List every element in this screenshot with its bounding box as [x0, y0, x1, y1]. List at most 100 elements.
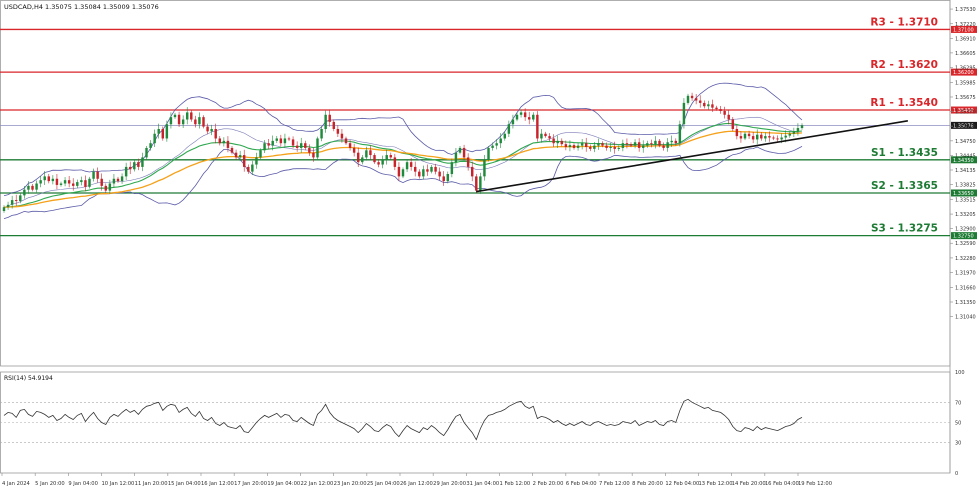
time-tick-label: 12 Feb 04:00 [665, 481, 699, 487]
candle-body [67, 180, 71, 184]
price-tick-label: 1.32280 [955, 256, 976, 262]
candle-body [226, 140, 230, 148]
candle-body [788, 133, 792, 136]
price-tick-label: 1.37220 [955, 22, 976, 28]
candle-body [401, 169, 405, 177]
candle-body [283, 138, 287, 144]
candle-body [19, 195, 22, 202]
candle-body [116, 178, 120, 182]
candle-body [173, 114, 177, 118]
time-tick-label: 26 Jan 12:00 [400, 481, 433, 487]
candle-body [564, 144, 568, 147]
candle-body [430, 166, 433, 172]
level-price-tag-text: 1.33650 [953, 191, 974, 197]
time-tick-label: 8 Feb 20:00 [632, 481, 663, 487]
candle-body [605, 145, 608, 148]
candle-body [356, 152, 360, 163]
candle-body [381, 159, 384, 165]
candle-body [646, 143, 649, 146]
candle-body [658, 140, 661, 146]
candle-body [275, 138, 279, 141]
candle-body [389, 155, 393, 158]
price-tick-label: 1.35370 [955, 109, 976, 115]
rsi-tick-label: 70 [955, 400, 961, 406]
candle-body [422, 169, 425, 177]
candle-body [560, 140, 564, 145]
candle-body [584, 143, 588, 147]
candle-body [377, 162, 380, 165]
candle-body [666, 142, 669, 148]
price-chart[interactable]: R3 - 1.37101.37100R2 - 1.36201.36200R1 -… [0, 0, 977, 492]
candle-body [418, 171, 421, 177]
candle-body [715, 107, 718, 110]
candle-body [511, 119, 515, 125]
candle-body [593, 145, 596, 149]
candle-body [597, 143, 600, 146]
time-tick-label: 23 Jan 20:00 [334, 481, 367, 487]
candle-body [324, 114, 327, 129]
price-tick-label: 1.34445 [955, 153, 976, 159]
rsi-tick-label: 100 [955, 370, 965, 376]
candle-body [621, 143, 625, 148]
time-tick-label: 22 Jan 12:00 [301, 481, 334, 487]
candle-body [625, 143, 629, 145]
time-tick-label: 16 Jan 12:00 [201, 481, 234, 487]
time-tick-label: 14 Feb 20:00 [732, 481, 766, 487]
candle-body [35, 183, 38, 190]
candle-body [731, 119, 735, 129]
candle-body [589, 147, 592, 149]
candle-body [47, 176, 51, 182]
chart-background [0, 0, 977, 492]
candle-body [210, 128, 213, 132]
candle-body [568, 145, 572, 147]
candle-body [637, 142, 641, 148]
candle-body [206, 126, 209, 132]
candle-body [361, 157, 364, 163]
candle-body [694, 98, 698, 101]
candle-body [108, 183, 112, 191]
level-label-support: S1 - 1.3435 [871, 147, 938, 159]
candle-body [84, 180, 87, 187]
candle-body [6, 204, 10, 208]
candle-body [369, 150, 372, 156]
candle-body [137, 162, 140, 167]
candle-body [601, 143, 604, 146]
price-tick-label: 1.31350 [955, 300, 976, 306]
candle-body [670, 140, 673, 143]
candle-body [800, 125, 804, 129]
candle-body [719, 109, 722, 111]
candle-body [772, 137, 775, 139]
candle-body [768, 136, 771, 138]
time-tick-label: 7 Feb 12:00 [599, 481, 630, 487]
candle-body [190, 112, 193, 120]
candle-body [519, 112, 523, 115]
time-tick-label: 9 Jan 04:00 [68, 481, 98, 487]
candle-body [247, 166, 250, 172]
candle-body [764, 136, 767, 139]
level-label-support: S2 - 1.3365 [871, 180, 938, 192]
candle-body [263, 143, 266, 151]
candle-body [27, 185, 30, 190]
candle-body [711, 104, 714, 108]
candle-body [540, 133, 543, 139]
candle-body [393, 157, 397, 167]
candle-body [344, 138, 348, 144]
candle-body [487, 147, 490, 160]
candle-body [2, 207, 6, 211]
chart-stage[interactable]: R3 - 1.3710 1.37100 R2 - 1.3620 1.36200 R1 -… [0, 0, 977, 492]
candle-body [438, 171, 441, 177]
time-tick-label: 31 Jan 04:00 [466, 481, 499, 487]
candle-body [544, 133, 547, 137]
price-tick-label: 1.32900 [955, 227, 976, 233]
candle-body [703, 102, 706, 107]
time-tick-label: 4 Jan 2024 [2, 481, 30, 487]
candle-body [348, 143, 352, 148]
candle-body [707, 104, 710, 107]
price-tick-label: 1.33205 [955, 212, 976, 218]
candle-body [365, 150, 368, 158]
candle-body [320, 128, 323, 139]
time-tick-label: 6 Feb 04:00 [566, 481, 597, 487]
time-tick-label: 16 Feb 04:00 [765, 481, 799, 487]
candle-body [31, 185, 34, 190]
candle-body [760, 134, 763, 139]
